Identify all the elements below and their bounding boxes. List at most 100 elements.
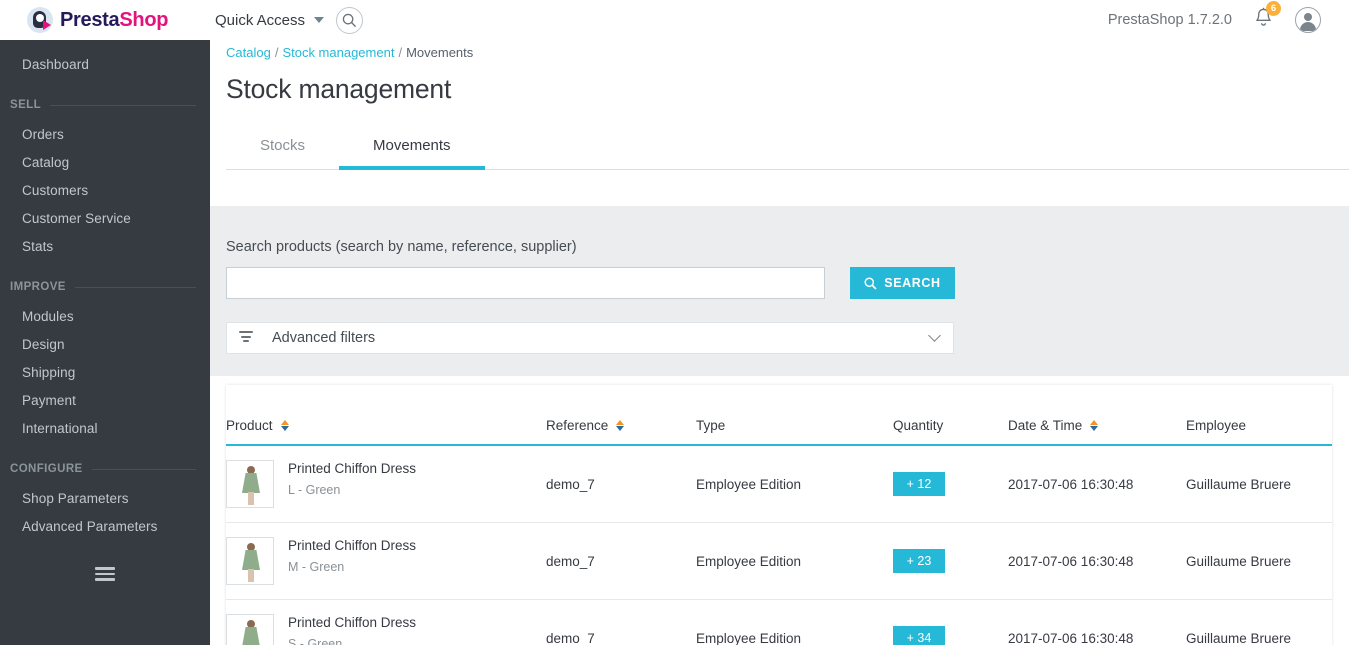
cell-employee: Guillaume Bruere (1186, 445, 1332, 523)
sidebar-item-orders[interactable]: Orders (0, 120, 210, 148)
sidebar-section-label: IMPROVE (10, 281, 66, 293)
sidebar-item-shop-parameters[interactable]: Shop Parameters (0, 484, 210, 512)
thumb-dress-shape (242, 627, 260, 645)
column-header-reference[interactable]: Reference (546, 385, 696, 445)
product-thumbnail (226, 537, 274, 585)
user-avatar-icon[interactable] (1295, 7, 1321, 33)
sidebar-item-label: Customers (22, 183, 88, 198)
cell-product: Printed Chiffon Dress M - Green (226, 523, 546, 600)
sidebar-item-label: Advanced Parameters (22, 519, 157, 534)
sidebar-item-advanced-parameters[interactable]: Advanced Parameters (0, 512, 210, 540)
hamburger-bar (95, 578, 115, 581)
quantity-badge: + 34 (893, 626, 945, 645)
table-row[interactable]: Printed Chiffon Dress S - Green demo_7 E… (226, 600, 1332, 645)
sidebar-item-label: Modules (22, 309, 74, 324)
cell-date-time: 2017-07-06 16:30:48 (1008, 523, 1186, 600)
sidebar-item-shipping[interactable]: Shipping (0, 358, 210, 386)
table-row[interactable]: Printed Chiffon Dress M - Green demo_7 E… (226, 523, 1332, 600)
sidebar-item-catalog[interactable]: Catalog (0, 148, 210, 176)
quantity-badge: + 23 (893, 549, 945, 573)
breadcrumb-link-stock-management[interactable]: Stock management (282, 45, 394, 60)
cell-product: Printed Chiffon Dress S - Green (226, 600, 546, 645)
tab-label: Stocks (260, 137, 305, 154)
thumb-legs-shape (248, 492, 254, 505)
column-header-employee: Employee (1186, 385, 1332, 445)
product-attribute: S - Green (288, 637, 416, 645)
sort-toggle-icon[interactable] (616, 420, 624, 432)
advanced-filters-label: Advanced filters (272, 330, 375, 346)
product-attribute: L - Green (288, 483, 416, 497)
sidebar-top-spacer (0, 40, 210, 50)
notifications-button[interactable]: 6 (1254, 7, 1273, 33)
column-header-product[interactable]: Product (226, 385, 546, 445)
search-icon[interactable] (336, 7, 363, 34)
sidebar-item-design[interactable]: Design (0, 330, 210, 358)
thumb-head-shape (247, 466, 255, 474)
column-label: Product (226, 418, 273, 433)
sidebar-section-divider (50, 105, 196, 106)
thumb-dress-shape (242, 550, 260, 570)
search-products-label: Search products (search by name, referen… (226, 239, 1349, 255)
tab-movements[interactable]: Movements (339, 125, 485, 170)
sidebar-item-label: International (22, 421, 98, 436)
breadcrumb-link-catalog[interactable]: Catalog (226, 45, 271, 60)
product-thumbnail (226, 460, 274, 508)
search-row: SEARCH (226, 267, 1349, 299)
search-input[interactable] (226, 267, 825, 299)
search-button-label: SEARCH (884, 276, 940, 290)
prestashop-logo[interactable]: PrestaShop (27, 7, 192, 33)
cell-quantity: + 23 (893, 523, 1008, 600)
product-name: Printed Chiffon Dress (288, 537, 416, 555)
sidebar-section-improve: IMPROVE (0, 272, 210, 302)
sidebar-item-payment[interactable]: Payment (0, 386, 210, 414)
sidebar-item-international[interactable]: International (0, 414, 210, 442)
sort-toggle-icon[interactable] (281, 420, 289, 432)
cell-reference: demo_7 (546, 523, 696, 600)
cell-date-time: 2017-07-06 16:30:48 (1008, 445, 1186, 523)
hamburger-menu-icon[interactable] (95, 567, 115, 584)
page-title: Stock management (226, 74, 1349, 105)
sidebar-item-dashboard[interactable]: Dashboard (0, 50, 210, 78)
column-label: Reference (546, 418, 608, 433)
sidebar-item-label: Shop Parameters (22, 491, 129, 506)
search-button[interactable]: SEARCH (850, 267, 955, 299)
thumb-legs-shape (248, 569, 254, 582)
sidebar-item-customer-service[interactable]: Customer Service (0, 204, 210, 232)
sidebar-section-sell: SELL (0, 90, 210, 120)
table-header-row: Product Reference (226, 385, 1332, 445)
logo-wordmark: PrestaShop (60, 9, 168, 32)
sort-toggle-icon[interactable] (1090, 420, 1098, 432)
advanced-filters-dropdown[interactable]: Advanced filters (226, 322, 954, 354)
sidebar-item-label: Catalog (22, 155, 69, 170)
column-label: Type (696, 418, 725, 433)
sort-descending-arrow (281, 426, 289, 431)
sidebar-item-stats[interactable]: Stats (0, 232, 210, 260)
column-header-date-time[interactable]: Date & Time (1008, 385, 1186, 445)
sidebar-item-label: Design (22, 337, 65, 352)
hamburger-bar (95, 567, 115, 570)
cell-reference: demo_7 (546, 600, 696, 645)
logo-text-presta: Presta (60, 9, 119, 31)
filter-bar (243, 340, 249, 342)
movements-table-card: Product Reference (226, 385, 1332, 645)
quick-access-menu[interactable]: Quick Access (215, 12, 324, 29)
prestashop-logo-icon (27, 7, 53, 33)
tab-stocks[interactable]: Stocks (226, 125, 339, 170)
breadcrumb-current-movements: Movements (406, 45, 473, 60)
breadcrumb-separator: / (275, 45, 279, 60)
product-name: Printed Chiffon Dress (288, 614, 416, 632)
column-label: Employee (1186, 418, 1246, 433)
breadcrumb-separator: / (398, 45, 402, 60)
sidebar-item-modules[interactable]: Modules (0, 302, 210, 330)
table-row[interactable]: Printed Chiffon Dress L - Green demo_7 E… (226, 445, 1332, 523)
thumb-head-shape (247, 620, 255, 628)
cell-date-time: 2017-07-06 16:30:48 (1008, 600, 1186, 645)
cell-employee: Guillaume Bruere (1186, 600, 1332, 645)
chevron-down-icon (314, 17, 324, 23)
sidebar-section-divider (92, 469, 196, 470)
filter-bar (239, 331, 253, 333)
sidebar-item-customers[interactable]: Customers (0, 176, 210, 204)
thumb-head-shape (247, 543, 255, 551)
search-icon (864, 277, 877, 290)
sidebar-item-label: Orders (22, 127, 64, 142)
